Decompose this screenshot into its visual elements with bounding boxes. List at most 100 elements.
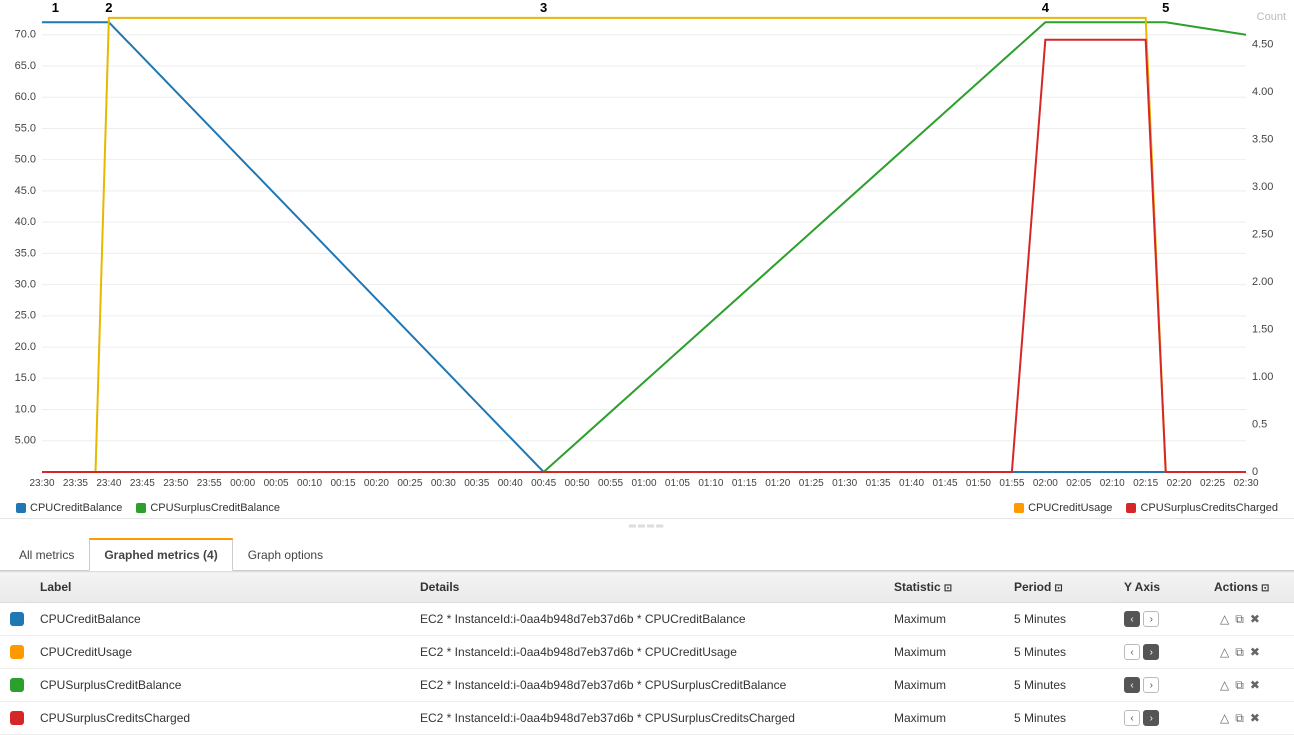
metric-period[interactable]: 5 Minutes xyxy=(1004,603,1114,636)
svg-text:10.0: 10.0 xyxy=(15,403,36,415)
series-CPUCreditUsage xyxy=(42,18,1246,472)
tab-graph-options[interactable]: Graph options xyxy=(233,539,338,570)
popout-icon: ⊡ xyxy=(944,583,952,594)
series-CPUSurplusCreditBalance xyxy=(42,22,1246,472)
metric-details: EC2 * InstanceId:i-0aa4b948d7eb37d6b * C… xyxy=(410,636,884,669)
metric-label[interactable]: CPUSurplusCreditsCharged xyxy=(30,702,410,735)
svg-text:23:30: 23:30 xyxy=(29,478,54,489)
legend-item[interactable]: CPUCreditUsage xyxy=(1014,502,1112,514)
svg-text:50.0: 50.0 xyxy=(15,154,36,166)
duplicate-icon[interactable]: ⧉ xyxy=(1235,645,1244,660)
yaxis-left-button[interactable]: ‹ xyxy=(1124,677,1140,693)
alarm-icon[interactable]: △ xyxy=(1220,711,1229,725)
duplicate-icon[interactable]: ⧉ xyxy=(1235,612,1244,627)
alarm-icon[interactable]: △ xyxy=(1220,645,1229,659)
metric-period[interactable]: 5 Minutes xyxy=(1004,636,1114,669)
svg-text:01:05: 01:05 xyxy=(665,478,690,489)
col-details[interactable]: Details xyxy=(410,572,884,603)
svg-text:3.00: 3.00 xyxy=(1252,181,1273,193)
row-actions: △ ⧉ ✖ xyxy=(1204,636,1294,669)
alarm-icon[interactable]: △ xyxy=(1220,612,1229,626)
svg-text:3.50: 3.50 xyxy=(1252,133,1273,145)
svg-text:02:10: 02:10 xyxy=(1100,478,1125,489)
metric-statistic[interactable]: Maximum xyxy=(884,702,1004,735)
svg-text:01:45: 01:45 xyxy=(932,478,957,489)
svg-text:00:30: 00:30 xyxy=(431,478,456,489)
metric-period[interactable]: 5 Minutes xyxy=(1004,669,1114,702)
metric-color-swatch[interactable] xyxy=(10,645,24,659)
yaxis-right-button[interactable]: › xyxy=(1143,677,1159,693)
svg-text:23:45: 23:45 xyxy=(130,478,155,489)
metrics-chart[interactable]: 5.0010.015.020.025.030.035.040.045.050.0… xyxy=(0,0,1294,500)
metric-color-swatch[interactable] xyxy=(10,612,24,626)
popout-icon: ⊡ xyxy=(1261,583,1269,594)
legend-item[interactable]: CPUCreditBalance xyxy=(16,502,122,514)
remove-icon[interactable]: ✖ xyxy=(1250,612,1260,626)
svg-text:00:45: 00:45 xyxy=(531,478,556,489)
chart-annotation: 3 xyxy=(540,0,547,15)
svg-text:02:15: 02:15 xyxy=(1133,478,1158,489)
legend-label: CPUSurplusCreditBalance xyxy=(150,502,280,514)
legend-swatch xyxy=(16,503,26,513)
legend-item[interactable]: CPUSurplusCreditBalance xyxy=(136,502,280,514)
col-label[interactable]: Label xyxy=(30,572,410,603)
svg-text:1.00: 1.00 xyxy=(1252,371,1273,383)
tab-all-metrics[interactable]: All metrics xyxy=(4,539,89,570)
metric-statistic[interactable]: Maximum xyxy=(884,636,1004,669)
col-actions[interactable]: Actions⊡ xyxy=(1204,572,1294,603)
row-actions: △ ⧉ ✖ xyxy=(1204,702,1294,735)
svg-text:00:50: 00:50 xyxy=(565,478,590,489)
metric-label[interactable]: CPUCreditUsage xyxy=(30,636,410,669)
metric-details: EC2 * InstanceId:i-0aa4b948d7eb37d6b * C… xyxy=(410,702,884,735)
metric-statistic[interactable]: Maximum xyxy=(884,669,1004,702)
svg-text:1.50: 1.50 xyxy=(1252,323,1273,335)
alarm-icon[interactable]: △ xyxy=(1220,678,1229,692)
yaxis-toggle: ‹ › xyxy=(1114,702,1204,735)
svg-text:40.0: 40.0 xyxy=(15,216,36,228)
yaxis-left-button[interactable]: ‹ xyxy=(1124,644,1140,660)
svg-text:00:25: 00:25 xyxy=(397,478,422,489)
col-yaxis: Y Axis xyxy=(1114,572,1204,603)
remove-icon[interactable]: ✖ xyxy=(1250,711,1260,725)
svg-text:01:20: 01:20 xyxy=(765,478,790,489)
yaxis-right-button[interactable]: › xyxy=(1143,611,1159,627)
chart-annotation: 4 xyxy=(1042,0,1050,15)
metric-label[interactable]: CPUCreditBalance xyxy=(30,603,410,636)
yaxis-right-button[interactable]: › xyxy=(1143,710,1159,726)
metric-period[interactable]: 5 Minutes xyxy=(1004,702,1114,735)
col-period[interactable]: Period⊡ xyxy=(1004,572,1114,603)
remove-icon[interactable]: ✖ xyxy=(1250,645,1260,659)
duplicate-icon[interactable]: ⧉ xyxy=(1235,678,1244,693)
legend-swatch xyxy=(1014,503,1024,513)
svg-text:5.00: 5.00 xyxy=(15,435,36,447)
yaxis-left-button[interactable]: ‹ xyxy=(1124,611,1140,627)
chart-annotation: 2 xyxy=(105,0,112,15)
metrics-tabs: All metrics Graphed metrics (4) Graph op… xyxy=(0,532,1294,571)
svg-text:01:50: 01:50 xyxy=(966,478,991,489)
yaxis-left-button[interactable]: ‹ xyxy=(1124,710,1140,726)
legend-item[interactable]: CPUSurplusCreditsCharged xyxy=(1126,502,1278,514)
svg-text:0: 0 xyxy=(1252,466,1258,478)
svg-text:4.00: 4.00 xyxy=(1252,86,1273,98)
svg-text:4.50: 4.50 xyxy=(1252,38,1273,50)
svg-text:00:20: 00:20 xyxy=(364,478,389,489)
svg-text:25.0: 25.0 xyxy=(15,310,36,322)
svg-text:23:35: 23:35 xyxy=(63,478,88,489)
svg-text:0.5: 0.5 xyxy=(1252,418,1267,430)
svg-text:00:35: 00:35 xyxy=(464,478,489,489)
svg-text:00:05: 00:05 xyxy=(264,478,289,489)
duplicate-icon[interactable]: ⧉ xyxy=(1235,711,1244,726)
metric-statistic[interactable]: Maximum xyxy=(884,603,1004,636)
row-actions: △ ⧉ ✖ xyxy=(1204,669,1294,702)
svg-text:23:40: 23:40 xyxy=(96,478,121,489)
col-statistic[interactable]: Statistic⊡ xyxy=(884,572,1004,603)
tab-graphed-metrics[interactable]: Graphed metrics (4) xyxy=(89,538,232,571)
yaxis-toggle: ‹ › xyxy=(1114,636,1204,669)
yaxis-right-button[interactable]: › xyxy=(1143,644,1159,660)
metric-color-swatch[interactable] xyxy=(10,711,24,725)
metric-label[interactable]: CPUSurplusCreditBalance xyxy=(30,669,410,702)
pane-resize-handle[interactable]: ════ xyxy=(0,518,1294,532)
svg-text:70.0: 70.0 xyxy=(15,29,36,41)
remove-icon[interactable]: ✖ xyxy=(1250,678,1260,692)
row-actions: △ ⧉ ✖ xyxy=(1204,603,1294,636)
